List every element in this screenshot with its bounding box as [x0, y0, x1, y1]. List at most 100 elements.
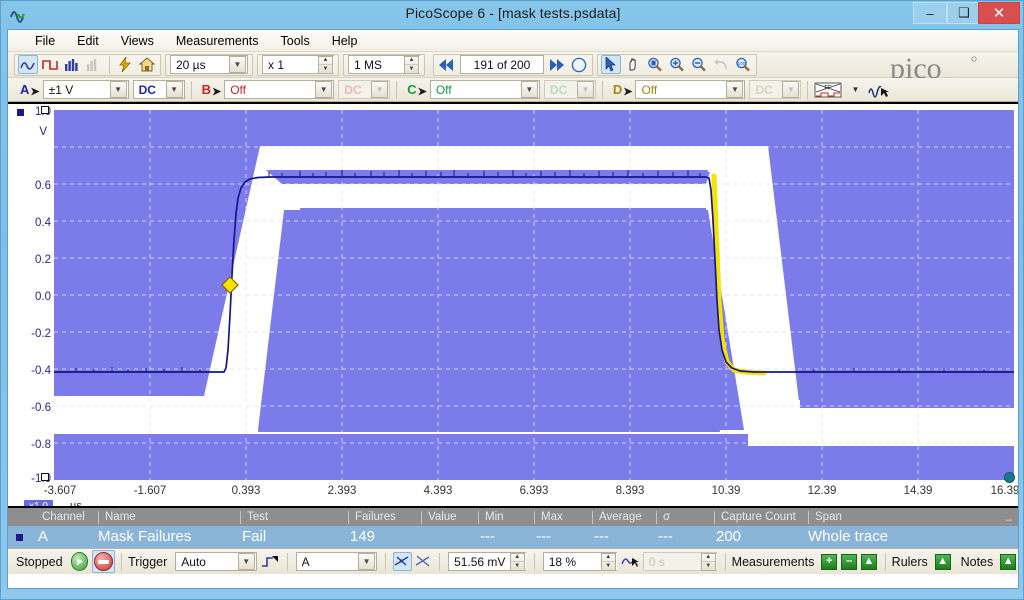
stop-button-icon[interactable]: [94, 552, 114, 571]
rewind-buffer-icon[interactable]: [437, 55, 457, 74]
post-trigger-icon[interactable]: [620, 552, 640, 571]
x-axis: -3.607 -1.607 0.393 2.393 4.393 6.393 8.…: [8, 482, 1018, 506]
remove-measurement-button[interactable]: –: [841, 553, 857, 570]
channel-d-label[interactable]: D ➤: [607, 82, 634, 98]
zoom-in-icon[interactable]: [667, 55, 687, 74]
home-icon[interactable]: [137, 55, 157, 74]
y-tick-label: -0.2: [31, 328, 51, 340]
trigger-disabled-icon[interactable]: [414, 552, 433, 571]
maximize-button[interactable]: ❑: [947, 2, 981, 24]
samples-group[interactable]: 1 MS ▲ ▼: [343, 53, 425, 76]
chevron-down-icon[interactable]: ▼: [358, 553, 376, 570]
add-measurement-button[interactable]: +: [821, 553, 838, 570]
rulers-panel-button[interactable]: ▲: [934, 553, 951, 570]
channel-a-range-value: ±1 V: [48, 82, 74, 97]
channel-d-range-select[interactable]: Off ▼: [635, 80, 746, 99]
menu-item-help[interactable]: Help: [321, 32, 369, 50]
menu-item-views[interactable]: Views: [110, 32, 165, 50]
trigger-start-cap[interactable]: [41, 106, 49, 114]
samples-field[interactable]: 1 MS ▲ ▼: [348, 55, 420, 74]
notes-panel-button[interactable]: ▲: [1000, 553, 1017, 570]
zoom-100-icon[interactable]: 100: [733, 55, 753, 74]
column-header-span[interactable]: Span: [808, 511, 842, 524]
run-button-icon[interactable]: [70, 552, 89, 571]
chevron-down-icon[interactable]: ▼: [165, 81, 183, 98]
trigger-level-stepper[interactable]: ▲ ▼: [509, 552, 525, 571]
channel-c-range-select[interactable]: Off ▼: [429, 80, 540, 99]
channel-a-range-select[interactable]: ±1 V ▼: [42, 80, 129, 99]
dropdown-arrow-icon[interactable]: ▼: [845, 80, 865, 99]
column-header-name[interactable]: Name: [98, 511, 136, 524]
table-row[interactable]: A Mask Failures Fail 149 --- --- --- ---…: [8, 526, 1018, 550]
channel-a-label[interactable]: A ➤: [14, 82, 41, 98]
close-button[interactable]: ✕: [978, 2, 1020, 24]
buffer-position-field[interactable]: 191 of 200: [460, 55, 544, 74]
chevron-down-icon[interactable]: ▼: [520, 81, 538, 98]
menu-item-edit[interactable]: Edit: [66, 32, 110, 50]
zoom-out-icon[interactable]: [689, 55, 709, 74]
zoom-factor-stepper[interactable]: ▲ ▼: [318, 55, 333, 74]
column-header-test[interactable]: Test: [240, 511, 268, 524]
samples-stepper[interactable]: ▲ ▼: [404, 55, 419, 74]
zoom-window-icon[interactable]: [645, 55, 665, 74]
column-header-failures[interactable]: Failures: [348, 511, 396, 524]
channel-b-range-select[interactable]: Off ▼: [224, 80, 335, 99]
chevron-down-icon[interactable]: ▼: [229, 56, 246, 73]
minimize-button[interactable]: –: [913, 2, 947, 24]
column-header-sigma[interactable]: σ: [656, 511, 670, 524]
advanced-trigger-icon[interactable]: [393, 552, 412, 571]
column-header-min[interactable]: Min: [478, 511, 504, 524]
collapse-measurements-icon[interactable]: –: [1006, 514, 1012, 526]
buffer-navigator-icon[interactable]: [569, 55, 589, 74]
toolbar-divider: [190, 80, 192, 99]
menu-item-measurements[interactable]: Measurements: [165, 32, 270, 50]
pretrigger-percent-stepper[interactable]: ▲ ▼: [600, 552, 616, 571]
column-header-max[interactable]: Max: [534, 511, 563, 524]
math-channels-icon[interactable]: FF: [813, 80, 843, 99]
chevron-down-icon[interactable]: ▼: [237, 553, 255, 570]
reference-waveform-icon[interactable]: [867, 80, 891, 99]
stop-button-wrapper[interactable]: [92, 550, 116, 573]
timebase-combo[interactable]: 20 µs ▼: [165, 53, 253, 76]
channel-b-label[interactable]: B ➤: [196, 82, 223, 98]
x-tick-label: 8.393: [615, 485, 645, 497]
trigger-source-select[interactable]: A ▼: [295, 552, 378, 571]
waveform-plot[interactable]: [54, 110, 1014, 480]
channel-c-label[interactable]: C ➤: [401, 82, 428, 98]
status-divider: [533, 552, 535, 571]
forward-buffer-icon[interactable]: [547, 55, 567, 74]
timebase-select[interactable]: 20 µs ▼: [170, 55, 248, 74]
column-header-value[interactable]: Value: [421, 511, 457, 524]
column-header-capture-count[interactable]: Capture Count: [714, 511, 796, 524]
spectrum-mode-icon[interactable]: [62, 55, 82, 74]
menu-item-file[interactable]: File: [24, 32, 66, 50]
chevron-down-icon[interactable]: ▼: [315, 81, 333, 98]
measurements-table[interactable]: Channel Name Test Failures Value Min Max…: [8, 506, 1018, 550]
pointer-tool-icon[interactable]: [601, 55, 621, 74]
scope-view[interactable]: 1.0 V 0.6 0.4 0.2 0.0 -0.2 -0.4 -0.6 -0.…: [8, 102, 1018, 506]
cell-span: Whole trace: [808, 528, 889, 545]
zoom-factor-group[interactable]: x 1 ▲ ▼: [257, 53, 339, 76]
hand-pan-tool-icon[interactable]: [623, 55, 643, 74]
chevron-down-icon[interactable]: ▼: [109, 81, 127, 98]
trigger-mode-select[interactable]: Auto ▼: [175, 552, 257, 571]
measurements-panel-button[interactable]: ▲: [860, 553, 877, 570]
zoom-factor-field[interactable]: x 1 ▲ ▼: [262, 55, 334, 74]
chevron-down-icon[interactable]: ▼: [726, 81, 744, 98]
column-header-average[interactable]: Average: [592, 511, 642, 524]
menu-item-tools[interactable]: Tools: [270, 32, 321, 50]
trigger-level-field[interactable]: 51.56 mV ▲ ▼: [448, 552, 526, 571]
y-tick-label: 0.0: [35, 291, 51, 303]
cell-failures: 149: [350, 528, 376, 545]
column-header-channel[interactable]: Channel: [36, 511, 85, 524]
pretrigger-percent-field[interactable]: 18 % ▲ ▼: [542, 552, 617, 571]
application-window: PicoScope 6 - [mask tests.psdata] – ❑ ✕ …: [0, 0, 1024, 600]
rising-edge-icon[interactable]: [260, 552, 280, 571]
autosetup-icon[interactable]: [115, 55, 135, 74]
trace-start-cap[interactable]: [41, 473, 49, 481]
scope-mode-icon[interactable]: [18, 55, 38, 74]
status-divider: [439, 552, 441, 571]
square-wave-icon[interactable]: [40, 55, 60, 74]
channel-b-coupling-select: DC ▼: [338, 80, 391, 99]
channel-a-coupling-select[interactable]: DC ▼: [132, 80, 185, 99]
